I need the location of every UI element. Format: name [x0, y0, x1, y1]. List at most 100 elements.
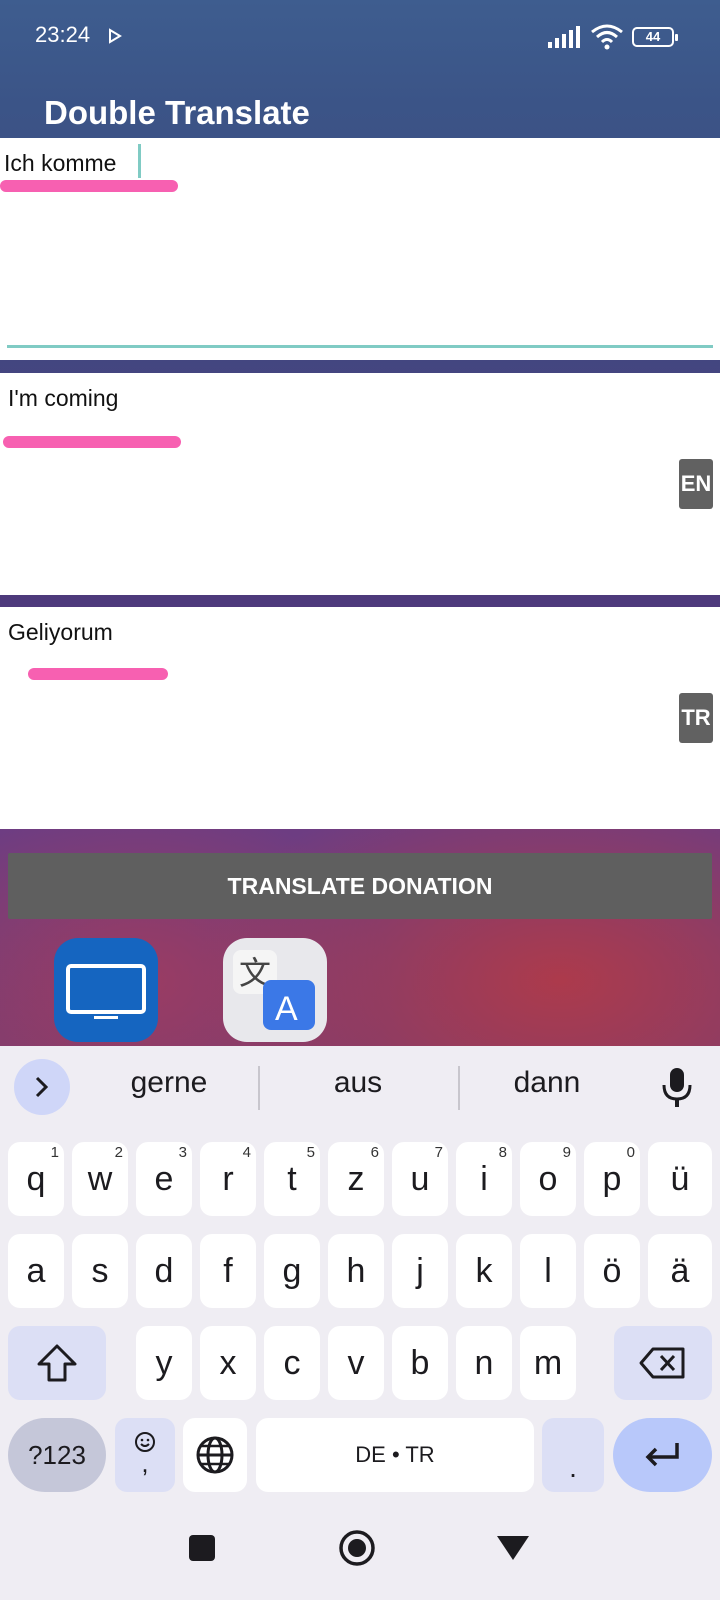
- key-hint: 0: [626, 1144, 635, 1161]
- key-t[interactable]: t5: [264, 1142, 320, 1216]
- translation-tr-text: Geliyorum: [8, 619, 113, 645]
- back-icon[interactable]: [496, 1534, 530, 1562]
- shift-icon: [37, 1344, 77, 1382]
- suggestion-divider: [258, 1066, 260, 1110]
- translation-en-text: I'm coming: [8, 385, 119, 411]
- key-s[interactable]: s: [72, 1234, 128, 1308]
- svg-text:A: A: [275, 990, 298, 1028]
- emoji-key[interactable]: ,: [115, 1418, 175, 1492]
- key-u[interactable]: u7: [392, 1142, 448, 1216]
- key-hint: 2: [114, 1144, 123, 1161]
- key-f[interactable]: f: [200, 1234, 256, 1308]
- backspace-icon: [639, 1347, 685, 1379]
- key-label: i: [480, 1160, 488, 1198]
- translation-en-panel: I'm coming EN: [0, 373, 720, 595]
- key-hint: 5: [306, 1144, 315, 1161]
- symbols-key[interactable]: ?123: [8, 1418, 106, 1492]
- suggestion-2[interactable]: aus: [263, 1066, 453, 1100]
- key-d[interactable]: d: [136, 1234, 192, 1308]
- key-hint: 8: [498, 1144, 507, 1161]
- highlight-mark: [3, 436, 181, 448]
- key-m[interactable]: m: [520, 1326, 576, 1400]
- key-c[interactable]: c: [264, 1326, 320, 1400]
- key-o[interactable]: o9: [520, 1142, 576, 1216]
- expand-toolbar-button[interactable]: [14, 1059, 70, 1115]
- app-title: Double Translate: [44, 94, 310, 131]
- wifi-icon: [591, 24, 623, 50]
- signal-icon: [548, 26, 580, 48]
- key-p[interactable]: p0: [584, 1142, 640, 1216]
- key-a[interactable]: a: [8, 1234, 64, 1308]
- chevron-right-icon: [35, 1076, 49, 1098]
- home-icon[interactable]: [338, 1529, 376, 1567]
- key-k[interactable]: k: [456, 1234, 512, 1308]
- source-text-input[interactable]: Ich komme: [4, 150, 116, 177]
- key-e[interactable]: e3: [136, 1142, 192, 1216]
- key-j[interactable]: j: [392, 1234, 448, 1308]
- microphone-icon[interactable]: [660, 1066, 694, 1108]
- key-h[interactable]: h: [328, 1234, 384, 1308]
- period-key[interactable]: .: [542, 1418, 604, 1492]
- play-store-notification-icon: [109, 28, 122, 44]
- suggestion-bar: gerne aus dann: [0, 1046, 720, 1128]
- input-underline: [7, 345, 713, 348]
- status-bar: 23:24 44: [0, 0, 720, 74]
- language-switch-key[interactable]: [183, 1418, 247, 1492]
- translate-donation-button[interactable]: TRANSLATE DONATION: [8, 853, 712, 919]
- key-label: q: [26, 1160, 46, 1198]
- language-badge-en[interactable]: EN: [679, 459, 713, 509]
- highlight-mark: [0, 180, 178, 192]
- status-time: 23:24: [35, 22, 91, 47]
- key-label: z: [347, 1160, 365, 1198]
- key-label: r: [222, 1160, 234, 1198]
- tv-app-icon: [54, 938, 158, 1042]
- key-l[interactable]: l: [520, 1234, 576, 1308]
- key-q[interactable]: q1: [8, 1142, 64, 1216]
- suggestion-1[interactable]: gerne: [74, 1066, 264, 1100]
- enter-key[interactable]: [613, 1418, 712, 1492]
- key-label: u: [410, 1160, 430, 1198]
- comma-label: ,: [141, 1448, 149, 1478]
- translate-app-icon: 文 A: [223, 938, 327, 1042]
- space-key[interactable]: DE • TR: [256, 1418, 534, 1492]
- recents-icon[interactable]: [188, 1534, 216, 1562]
- language-badge-tr[interactable]: TR: [679, 693, 713, 743]
- backspace-key[interactable]: [614, 1326, 712, 1400]
- translation-tr-panel: Geliyorum TR: [0, 607, 720, 829]
- globe-icon: [196, 1436, 234, 1474]
- key-label: p: [602, 1160, 622, 1198]
- key-v[interactable]: v: [328, 1326, 384, 1400]
- key-hint: 4: [242, 1144, 251, 1161]
- key-hint: 9: [562, 1144, 571, 1161]
- suggestion-3[interactable]: dann: [452, 1066, 642, 1100]
- key-b[interactable]: b: [392, 1326, 448, 1400]
- key-i[interactable]: i8: [456, 1142, 512, 1216]
- key-hint: 1: [50, 1144, 59, 1161]
- key-hint: 3: [178, 1144, 187, 1161]
- key-x[interactable]: x: [200, 1326, 256, 1400]
- source-text-panel[interactable]: Ich komme: [0, 138, 720, 360]
- key-label: ü: [670, 1160, 690, 1198]
- key-n[interactable]: n: [456, 1326, 512, 1400]
- navigation-bar: [0, 1492, 720, 1600]
- key-oe[interactable]: ö: [584, 1234, 640, 1308]
- key-r[interactable]: r4: [200, 1142, 256, 1216]
- text-cursor: [138, 144, 141, 178]
- key-label: o: [538, 1160, 558, 1198]
- keyboard: gerne aus dann q1 w2 e3 r4 t5 z6 u7 i8 o…: [0, 1046, 720, 1492]
- key-hint: 7: [434, 1144, 443, 1161]
- key-ae[interactable]: ä: [648, 1234, 712, 1308]
- key-label: t: [287, 1160, 297, 1198]
- key-label: e: [154, 1160, 174, 1198]
- key-y[interactable]: y: [136, 1326, 192, 1400]
- highlight-mark: [28, 668, 168, 680]
- key-label: w: [87, 1160, 113, 1198]
- key-z[interactable]: z6: [328, 1142, 384, 1216]
- key-w[interactable]: w2: [72, 1142, 128, 1216]
- battery-icon: 44: [632, 27, 678, 47]
- key-ue[interactable]: ü: [648, 1142, 712, 1216]
- enter-icon: [645, 1443, 679, 1467]
- shift-key[interactable]: [8, 1326, 106, 1400]
- key-hint: 6: [370, 1144, 379, 1161]
- key-g[interactable]: g: [264, 1234, 320, 1308]
